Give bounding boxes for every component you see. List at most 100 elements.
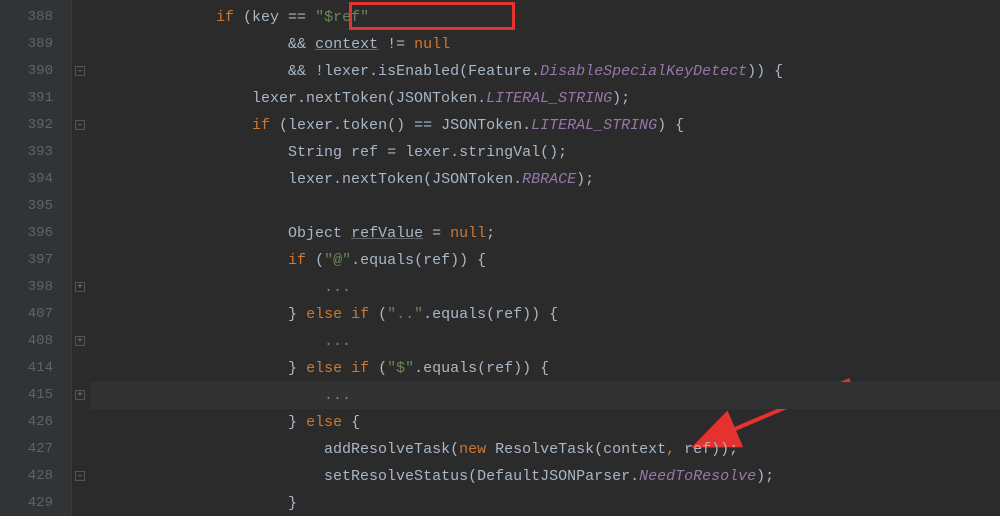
code-token: addResolveTask( [324,441,459,458]
fold-toggle-icon[interactable]: – [75,120,85,130]
line-number: 394 [0,166,71,193]
fold-toggle-icon[interactable]: + [75,336,85,346]
code-token: ... [324,333,351,350]
code-token: (lexer.token() == JSONToken. [279,117,531,134]
code-line[interactable]: Object refValue = null; [90,220,1000,247]
code-editor[interactable]: 3883893903913923933943953963973984074084… [0,0,1000,516]
code-token: "$ref" [315,9,369,26]
code-line[interactable]: if (key == "$ref" [90,4,1000,31]
fold-toggle-icon[interactable]: – [75,66,85,76]
code-token: } [288,414,306,431]
code-line[interactable]: addResolveTask(new ResolveTask(context, … [90,436,1000,463]
line-number: 429 [0,490,71,516]
line-number: 393 [0,139,71,166]
line-number: 395 [0,193,71,220]
code-token: && !lexer.isEnabled(Feature. [288,63,540,80]
code-line[interactable]: && !lexer.isEnabled(Feature.DisableSpeci… [90,58,1000,85]
code-area[interactable]: if (key == "$ref" && context != null && … [90,0,1000,516]
code-line[interactable]: } [90,490,1000,516]
code-line[interactable]: && context != null [90,31,1000,58]
line-number: 392 [0,112,71,139]
line-number: 391 [0,85,71,112]
code-line[interactable]: } else if ("$".equals(ref)) { [90,355,1000,382]
code-token: , [666,441,684,458]
code-token: ... [324,387,351,404]
code-token: )) { [747,63,783,80]
code-token: ( [378,306,387,323]
fold-column: – – + + + – [72,0,90,516]
code-token: Object [288,225,351,242]
line-number: 390 [0,58,71,85]
line-number: 426 [0,409,71,436]
code-token: DisableSpecialKeyDetect [540,63,747,80]
code-token: .equals(ref)) { [423,306,558,323]
code-token: setResolveStatus(DefaultJSONParser. [324,468,639,485]
fold-toggle-icon[interactable]: + [75,390,85,400]
line-number: 428 [0,463,71,490]
code-line[interactable]: ... [90,274,1000,301]
code-token: ".." [387,306,423,323]
code-line[interactable]: lexer.nextToken(JSONToken.LITERAL_STRING… [90,85,1000,112]
line-number: 388 [0,4,71,31]
code-token: RBRACE [522,171,576,188]
code-line[interactable]: } else { [90,409,1000,436]
code-token: lexer.nextToken(JSONToken. [252,90,486,107]
code-token: } [288,306,306,323]
code-token: ResolveTask(context [495,441,666,458]
code-line[interactable]: } else if ("..".equals(ref)) { [90,301,1000,328]
code-token: NeedToResolve [639,468,756,485]
code-token: } [288,495,297,512]
code-token: { [351,414,360,431]
code-token: && [288,36,315,53]
code-line[interactable]: lexer.nextToken(JSONToken.RBRACE); [90,166,1000,193]
code-token: "$" [387,360,414,377]
code-token: .equals(ref)) { [351,252,486,269]
line-number: 398 [0,274,71,301]
code-token: null [414,36,450,53]
code-token: else if [306,360,378,377]
line-number: 415 [0,382,71,409]
line-number: 408 [0,328,71,355]
fold-toggle-icon[interactable]: + [75,282,85,292]
code-token: null [450,225,486,242]
line-number: 397 [0,247,71,274]
code-token: != [378,36,414,53]
code-line[interactable]: if ("@".equals(ref)) { [90,247,1000,274]
code-token: else if [306,306,378,323]
code-token: ... [324,279,351,296]
code-token: if [252,117,279,134]
code-token: if [288,252,315,269]
code-token: = [423,225,450,242]
fold-toggle-icon[interactable]: – [75,471,85,481]
code-token: LITERAL_STRING [531,117,657,134]
code-token: else [306,414,351,431]
code-token: ( [378,360,387,377]
code-line[interactable]: setResolveStatus(DefaultJSONParser.NeedT… [90,463,1000,490]
code-token: (key == [243,9,315,26]
code-line[interactable]: String ref = lexer.stringVal(); [90,139,1000,166]
code-token: String ref = lexer.stringVal(); [288,144,567,161]
code-line[interactable]: ... [90,382,1000,409]
code-token: .equals(ref)) { [414,360,549,377]
code-token: "@" [324,252,351,269]
code-token: context [315,36,378,53]
code-line[interactable]: ... [90,328,1000,355]
line-number: 389 [0,31,71,58]
line-number: 407 [0,301,71,328]
code-line[interactable]: if (lexer.token() == JSONToken.LITERAL_S… [90,112,1000,139]
line-number-gutter: 3883893903913923933943953963973984074084… [0,0,72,516]
line-number: 414 [0,355,71,382]
code-line[interactable] [90,193,1000,220]
code-token: ) { [657,117,684,134]
code-token: ); [612,90,630,107]
code-token: lexer.nextToken(JSONToken. [288,171,522,188]
code-token: ref)); [684,441,738,458]
code-token: ); [576,171,594,188]
code-token: ); [756,468,774,485]
code-token: ; [486,225,495,242]
code-token: ( [315,252,324,269]
code-token: new [459,441,495,458]
code-token: } [288,360,306,377]
line-number: 427 [0,436,71,463]
code-token: LITERAL_STRING [486,90,612,107]
